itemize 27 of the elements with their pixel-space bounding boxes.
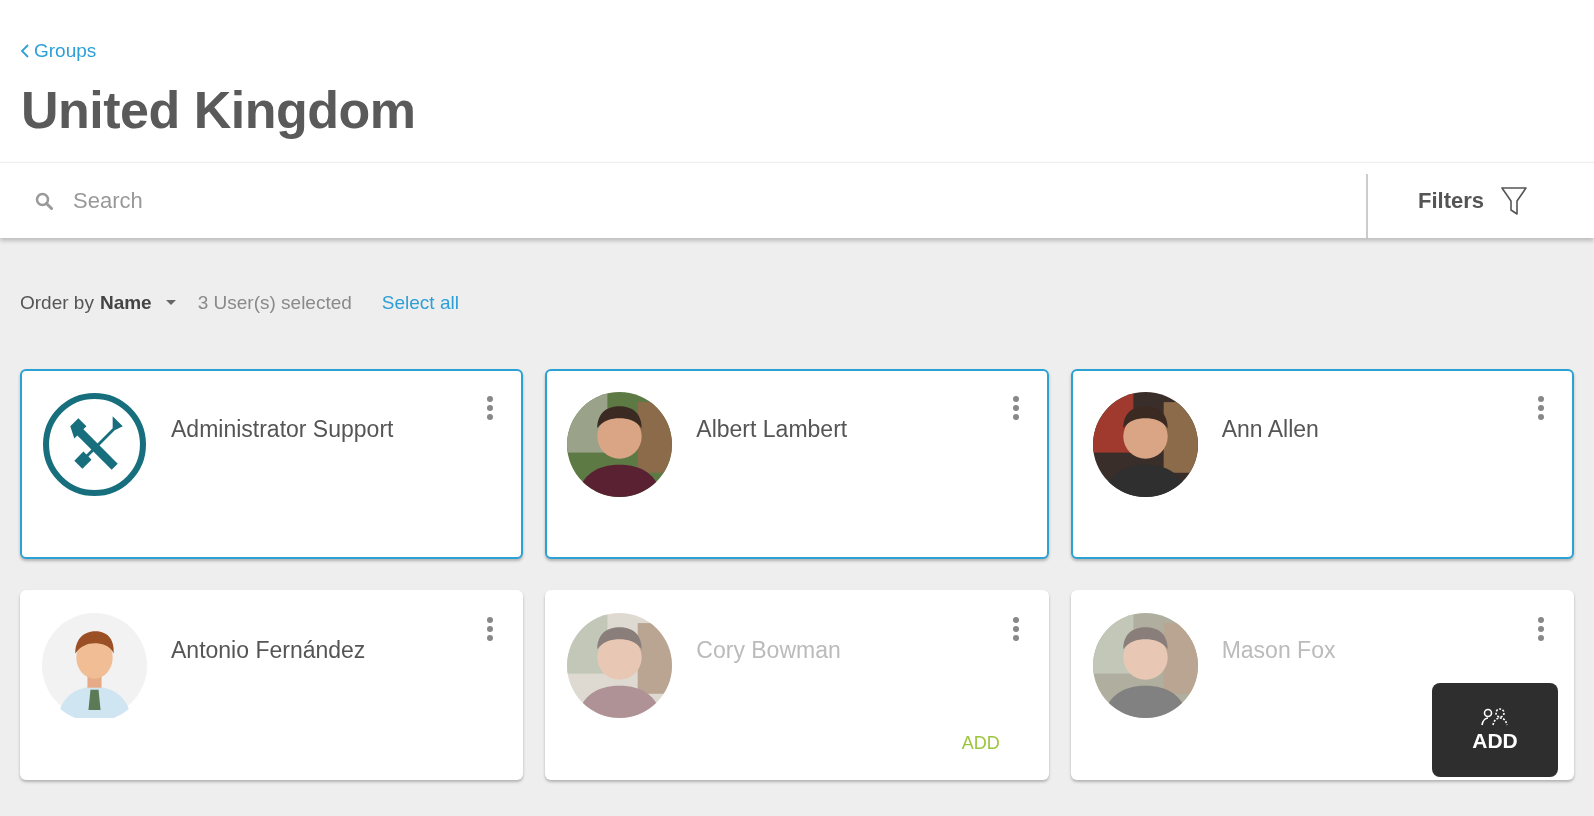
order-dropdown[interactable]: Order by Name (20, 292, 176, 314)
tooltip-label: ADD (1472, 729, 1518, 753)
chevron-left-icon (21, 44, 29, 58)
user-name: Albert Lambert (696, 416, 849, 443)
filters-button[interactable]: Filters (1367, 163, 1594, 238)
user-card[interactable]: Antonio Fernández (20, 590, 524, 780)
user-name: Cory Bowman (696, 637, 842, 664)
search-input[interactable]: Search (71, 186, 1366, 215)
more-options-icon[interactable] (1538, 396, 1544, 420)
filter-icon (1500, 185, 1528, 216)
caret-icon (165, 300, 176, 306)
user-name: Mason Fox (1221, 637, 1337, 664)
more-options-icon[interactable] (1012, 396, 1019, 420)
user-name: Antonio Fernández (171, 637, 367, 664)
more-options-icon[interactable] (487, 396, 494, 420)
user-card[interactable]: Administrator Support (20, 369, 524, 559)
search-field[interactable]: Search (0, 163, 1366, 238)
user-name: Administrator Support (171, 416, 395, 443)
search-icon (35, 191, 53, 210)
page-title: United Kingdom (21, 80, 417, 140)
user-name: Ann Allen (1221, 416, 1320, 443)
more-options-icon[interactable] (487, 617, 494, 641)
tools-avatar-icon (42, 392, 147, 497)
user-card[interactable]: Ann Allen (1070, 369, 1574, 559)
selection-count: 3 User(s) selected (197, 292, 352, 314)
user-card[interactable]: Albert Lambert (545, 369, 1049, 559)
users-icon (1480, 707, 1510, 727)
